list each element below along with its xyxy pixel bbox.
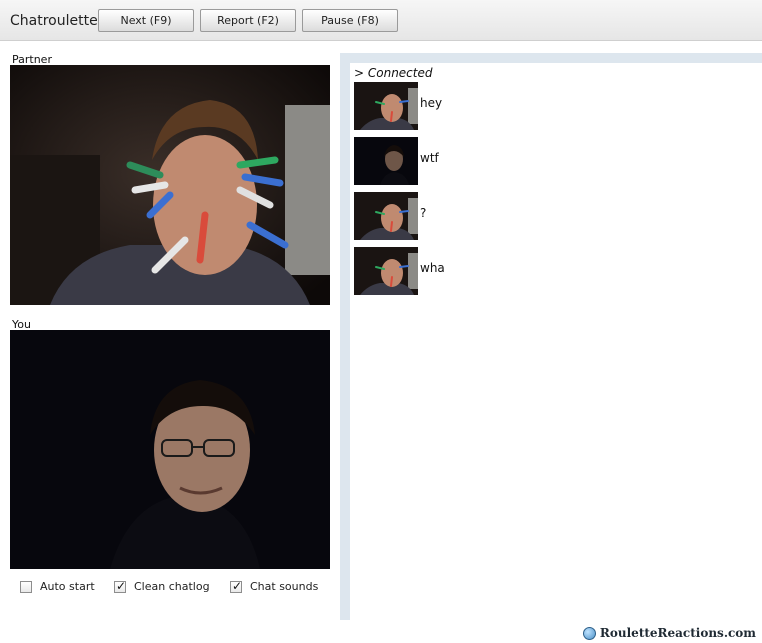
you-video	[10, 330, 330, 569]
message-thumbnail	[354, 247, 418, 295]
report-button[interactable]: Report (F2)	[200, 9, 296, 32]
chat-sounds-label: Chat sounds	[250, 580, 319, 593]
check-icon: ✓	[232, 578, 243, 593]
connection-status: > Connected	[354, 66, 433, 80]
message-text: wtf	[420, 151, 439, 165]
globe-icon	[582, 626, 596, 640]
message-thumbnail	[354, 137, 418, 185]
next-button[interactable]: Next (F9)	[98, 9, 194, 32]
clean-chatlog-option[interactable]: ✓ Clean chatlog	[114, 578, 210, 593]
auto-start-label: Auto start	[40, 580, 95, 593]
partner-video	[10, 65, 330, 305]
message-text: ?	[420, 206, 427, 220]
watermark: RouletteReactions.com	[582, 626, 756, 640]
message-thumbnail	[354, 82, 418, 130]
clean-chatlog-label: Clean chatlog	[134, 580, 210, 593]
check-icon: ✓	[116, 578, 127, 593]
message-text: wha	[420, 261, 445, 275]
watermark-text: RouletteReactions.com	[599, 626, 756, 640]
auto-start-checkbox[interactable]	[20, 580, 32, 593]
message-text: hey	[420, 96, 443, 110]
auto-start-option[interactable]: Auto start	[20, 580, 95, 593]
message-thumbnail	[354, 192, 418, 240]
top-toolbar: Chatroulette Next (F9) Report (F2) Pause…	[0, 0, 762, 41]
clean-chatlog-checkbox[interactable]: ✓	[114, 578, 127, 593]
chat-sounds-option[interactable]: ✓ Chat sounds	[230, 578, 319, 593]
app-title: Chatroulette	[10, 13, 98, 29]
pause-button[interactable]: Pause (F8)	[302, 9, 398, 32]
partner-video-frame	[10, 65, 330, 305]
options-bar: Auto start ✓ Clean chatlog ✓ Chat sounds	[10, 578, 330, 598]
you-video-frame	[10, 330, 330, 569]
chat-sounds-checkbox[interactable]: ✓	[230, 578, 243, 593]
